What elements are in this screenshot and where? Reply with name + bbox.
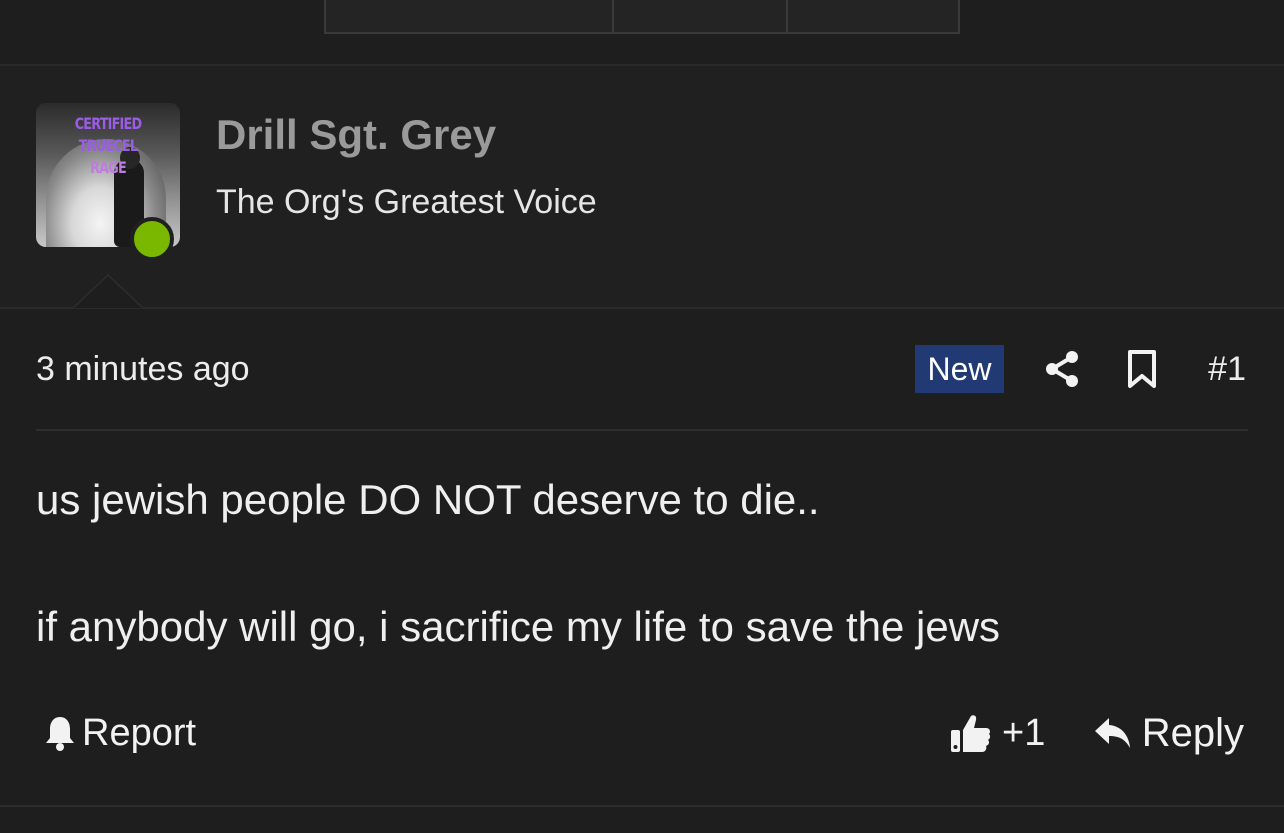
tab-strip	[324, 0, 960, 34]
post-number-link[interactable]: #1	[1208, 349, 1246, 389]
top-navigation-bar	[0, 0, 1284, 66]
reply-button[interactable]: Reply	[1094, 709, 1244, 757]
avatar-caption: CERTIFIED TRUECEL RAGE	[50, 113, 165, 179]
author-pointer-arrow	[72, 274, 144, 308]
like-count: +1	[1002, 711, 1046, 754]
post-author-section: CERTIFIED TRUECEL RAGE Drill Sgt. Grey T…	[0, 66, 1284, 309]
report-label: Report	[82, 711, 197, 754]
bookmark-icon[interactable]	[1126, 349, 1158, 389]
post-content: 3 minutes ago New #1 us jewish people DO…	[0, 309, 1284, 807]
thumbs-up-icon	[951, 715, 991, 752]
post-body-line-1: us jewish people DO NOT deserve to die..	[36, 476, 820, 523]
post-meta-bar: 3 minutes ago New #1	[36, 345, 1248, 393]
tab-1[interactable]	[326, 0, 614, 32]
report-button[interactable]: Report	[44, 709, 196, 757]
new-badge: New	[915, 345, 1004, 393]
avatar-caption-line-1: CERTIFIED TRUECEL	[74, 114, 142, 155]
post-divider	[36, 429, 1248, 431]
online-status-indicator	[130, 217, 174, 261]
next-post-area	[0, 807, 1284, 833]
post-actions: Report +1 Reply	[36, 707, 1248, 759]
tab-3[interactable]	[788, 0, 958, 32]
reply-label: Reply	[1141, 710, 1244, 755]
bell-icon	[46, 717, 74, 751]
post-body-line-2: if anybody will go, i sacrifice my life …	[36, 603, 1001, 650]
share-icon[interactable]	[1044, 349, 1080, 389]
tab-2[interactable]	[614, 0, 788, 32]
author-user-title: The Org's Greatest Voice	[216, 183, 597, 221]
avatar-caption-line-2: RAGE	[90, 158, 127, 177]
author-username[interactable]: Drill Sgt. Grey	[216, 110, 496, 160]
reply-icon	[1094, 718, 1130, 748]
like-button[interactable]: +1	[950, 709, 1045, 757]
post-timestamp[interactable]: 3 minutes ago	[36, 349, 250, 389]
